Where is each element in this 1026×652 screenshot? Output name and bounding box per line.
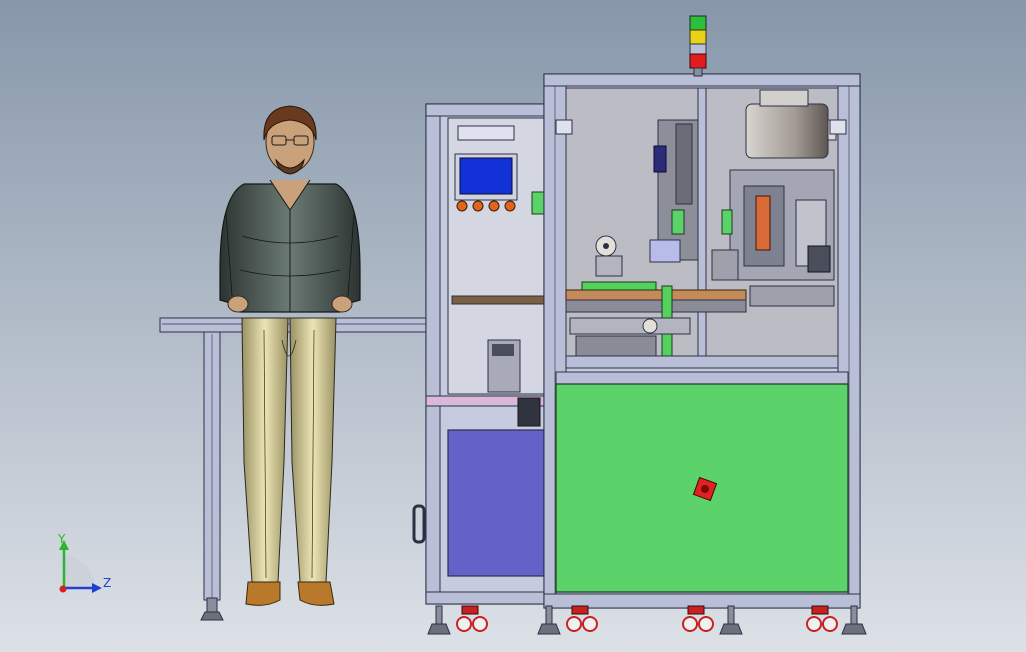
right-shoe: [297, 581, 335, 606]
leveling-foot: [200, 611, 224, 621]
valve-unit: [517, 397, 541, 427]
door-handle[interactable]: [531, 191, 545, 215]
main-machine-frame: [543, 73, 861, 609]
triad-origin: [59, 585, 67, 593]
nameplate: [457, 125, 515, 141]
z-axis-label: Z: [103, 576, 112, 590]
left-shoe: [245, 581, 281, 606]
hmi-button[interactable]: [456, 200, 468, 212]
tower-light: [689, 15, 707, 77]
hmi-screen[interactable]: [459, 157, 513, 195]
servo-motor: [745, 103, 829, 159]
hmi-button[interactable]: [472, 200, 484, 212]
cad-scene[interactable]: [0, 0, 1026, 652]
lower-cabinet-door[interactable]: [447, 429, 545, 577]
cad-viewport[interactable]: Y Z: [0, 0, 1026, 652]
hinge: [555, 119, 573, 135]
hmi-button[interactable]: [504, 200, 516, 212]
hinge: [829, 119, 847, 135]
y-axis-label: Y: [58, 532, 66, 546]
hmi-button[interactable]: [488, 200, 500, 212]
hmi-cabinet: [412, 103, 551, 605]
